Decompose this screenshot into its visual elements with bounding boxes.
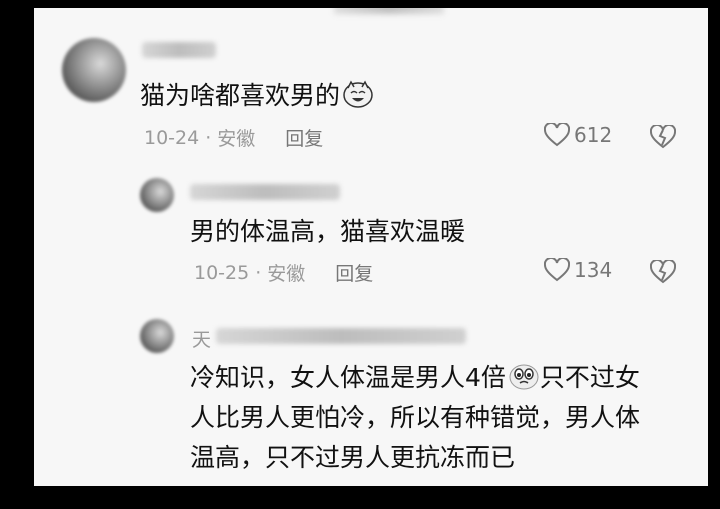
cropped-header-text <box>334 8 444 14</box>
username-blurred[interactable] <box>142 42 216 58</box>
like-button[interactable]: 134 <box>544 258 612 282</box>
comment-text: 男的体温高，猫喜欢温暖 <box>190 217 466 246</box>
comment-meta: 10-25 · 安徽 回复 <box>194 259 373 286</box>
like-count: 134 <box>574 258 613 282</box>
comment-date: 10-25 <box>194 261 250 284</box>
comment-meta: 10-24 · 安徽 回复 <box>144 124 323 151</box>
avatar[interactable] <box>140 178 174 212</box>
comment-line: 人比男人更怕冷，所以有种错觉，男人体 <box>190 403 641 432</box>
comment-text: 猫为啥都喜欢男的 <box>140 76 374 116</box>
like-button[interactable]: 612 <box>544 123 612 147</box>
username-blurred[interactable] <box>190 184 340 200</box>
reply-button[interactable]: 回复 <box>285 124 323 151</box>
comment-date: 10-24 <box>144 126 200 149</box>
comment-location: 安徽 <box>267 263 306 285</box>
username-partial[interactable]: 天 <box>192 325 211 352</box>
avatar[interactable] <box>62 38 126 102</box>
username-blurred[interactable] <box>216 328 466 344</box>
like-count: 612 <box>574 123 613 147</box>
broken-heart-icon[interactable] <box>650 125 676 149</box>
comment-location: 安徽 <box>217 128 256 150</box>
comment-line: 冷知识，女人体温是男人4倍 只不过女 <box>190 363 640 392</box>
comment-screen: 猫为啥都喜欢男的 10-24 · 安徽 回复 612 男的体温高，猫喜欢温暖 1… <box>34 8 708 486</box>
heart-icon <box>544 123 570 147</box>
comment-line: 温高，只不过男人更抗冻而已 <box>190 443 516 472</box>
teary-eyes-emoji <box>509 364 539 390</box>
broken-heart-icon[interactable] <box>650 260 676 284</box>
heart-icon <box>544 258 570 282</box>
meta-separator: · <box>255 261 262 284</box>
reply-button[interactable]: 回复 <box>335 259 373 286</box>
avatar[interactable] <box>140 319 174 353</box>
meta-separator: · <box>205 126 212 149</box>
comment-text: 冷知识，女人体温是男人4倍 只不过女 人比男人更怕冷，所以有种错觉，男人体 温高… <box>190 358 640 478</box>
laughing-cat-emoji <box>343 80 373 108</box>
